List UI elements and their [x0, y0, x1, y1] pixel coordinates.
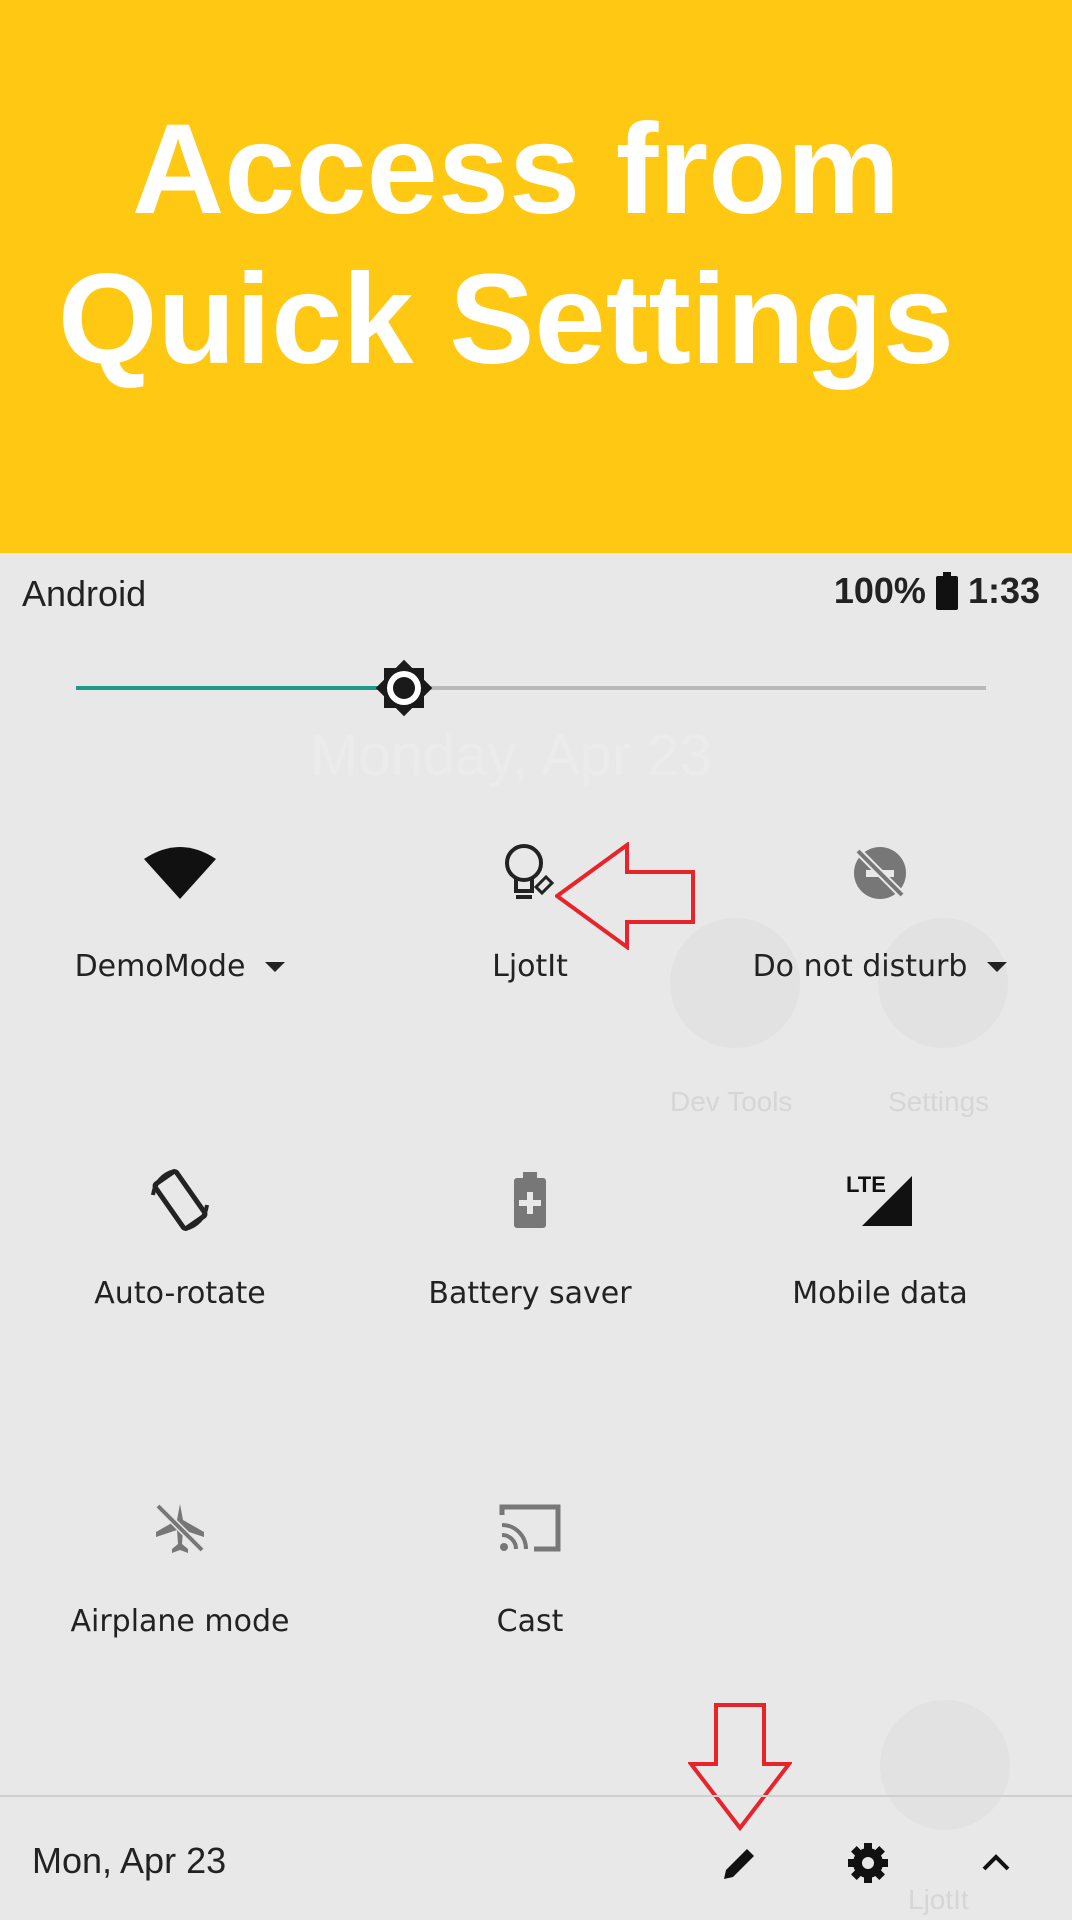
promo-banner: Access from Quick Settings — [0, 0, 1072, 553]
annotation-arrow-left — [555, 842, 695, 950]
tile-airplane-mode[interactable]: Airplane mode — [30, 1488, 330, 1639]
brightness-slider[interactable] — [76, 659, 986, 717]
tile-battery-saver[interactable]: Battery saver — [380, 1160, 680, 1311]
tile-label: Battery saver — [428, 1276, 632, 1311]
tile-label: Cast — [496, 1604, 564, 1639]
brightness-thumb-icon[interactable] — [364, 648, 444, 728]
background-app-label: Dev Tools — [670, 1086, 793, 1117]
wifi-icon — [144, 847, 216, 899]
tile-demomode[interactable]: DemoMode — [30, 833, 330, 984]
tile-mobile-data[interactable]: LTE Mobile data — [730, 1160, 1030, 1311]
lte-signal-icon: LTE — [846, 1172, 912, 1226]
tile-label: DemoMode — [74, 949, 246, 984]
do-not-disturb-icon — [854, 847, 906, 899]
status-bar-right: 100% 1:33 — [834, 570, 1040, 612]
gear-icon — [848, 1843, 888, 1883]
settings-button[interactable] — [840, 1835, 896, 1891]
cast-icon — [499, 1504, 561, 1552]
footer-date: Mon, Apr 23 — [32, 1840, 227, 1881]
brightness-fill — [76, 686, 404, 690]
tile-label: Mobile data — [792, 1276, 968, 1311]
status-carrier: Android — [22, 573, 147, 614]
airplane-icon — [155, 1503, 205, 1553]
tile-cast[interactable]: Cast — [380, 1488, 680, 1639]
battery-percent: 100% — [833, 570, 926, 611]
tile-label: Airplane mode — [70, 1604, 290, 1639]
battery-icon — [935, 572, 958, 610]
edit-button[interactable] — [712, 1835, 768, 1891]
status-time: 1:33 — [967, 570, 1040, 611]
annotation-arrow-down — [688, 1703, 792, 1832]
ljotit-bulb-icon — [505, 844, 555, 899]
chevron-up-icon — [982, 1854, 1010, 1871]
background-date: Monday, Apr 23 — [310, 723, 712, 788]
collapse-button[interactable] — [968, 1835, 1024, 1891]
svg-text:LTE: LTE — [846, 1172, 886, 1197]
battery-saver-icon — [514, 1172, 546, 1228]
pencil-icon — [724, 1849, 754, 1879]
background-app-label: Settings — [888, 1086, 990, 1117]
tile-label: LjotIt — [492, 949, 568, 984]
footer-divider — [0, 1795, 1072, 1797]
background-app-icon — [880, 1700, 1010, 1830]
tile-auto-rotate[interactable]: Auto-rotate — [30, 1160, 330, 1311]
chevron-down-icon[interactable] — [265, 961, 286, 972]
banner-title: Access from Quick Settings — [57, 98, 955, 391]
tile-label: Auto-rotate — [94, 1276, 266, 1311]
tile-do-not-disturb[interactable]: Do not disturb — [730, 833, 1030, 984]
background-app-label: LjotIt — [908, 1884, 969, 1915]
tile-label: Do not disturb — [752, 949, 968, 984]
chevron-down-icon[interactable] — [987, 961, 1008, 972]
auto-rotate-icon — [151, 1169, 209, 1231]
